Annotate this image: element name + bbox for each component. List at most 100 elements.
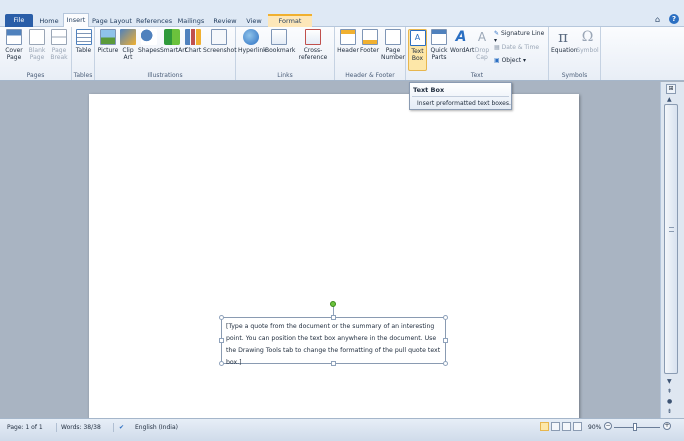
ribbon-tab-bar: File Home Insert Page Layout References … [0,0,684,28]
tooltip-title: Text Box [413,86,445,94]
quick-parts-label: Quick Parts [430,47,448,61]
tab-page-layout[interactable]: Page Layout [92,15,132,27]
cover-page-label: Cover Page [5,47,23,61]
text-box-button[interactable]: A Text Box [408,29,427,71]
chart-label: Chart [184,47,202,54]
object-button[interactable]: ▣ Object ▾ [494,57,548,64]
group-label-text: Text [470,72,484,79]
tooltip-description: Insert preformatted text boxes. [417,100,511,107]
scroll-up-icon[interactable]: ▲ [667,96,672,103]
resize-handle-top-left[interactable] [219,315,224,320]
cover-page-icon [6,29,22,45]
ribbon: Cover Page Blank Page Page Break Pages T… [0,27,684,81]
resize-handle-left[interactable] [219,338,224,343]
proofing-icon[interactable]: ✔ [119,424,124,431]
header-icon [340,29,356,45]
shapes-button[interactable]: Shapes [138,29,160,54]
group-illustrations: Picture Clip Art Shapes SmartArt Chart S… [95,27,237,80]
vertical-scrollbar[interactable]: ⊞ ▲ ▼ ⇞ ● ⇟ [660,82,684,418]
word-count[interactable]: Words: 38/38 [61,424,101,431]
tab-review[interactable]: Review [211,15,239,27]
document-page[interactable]: [Type a quote from the document or the s… [89,94,579,424]
full-screen-view-button[interactable] [551,422,560,431]
screenshot-button[interactable]: Screenshot [203,29,237,54]
minimize-ribbon-icon[interactable]: ⌂ [655,15,660,24]
page-count[interactable]: Page: 1 of 1 [7,424,43,431]
drop-cap-button[interactable]: A Drop Cap [473,29,491,61]
text-box-icon: A [409,30,426,46]
resize-handle-bottom[interactable] [331,361,336,366]
table-button[interactable]: Table [74,29,93,54]
resize-handle-top[interactable] [331,315,336,320]
scrollbar-thumb[interactable] [664,104,678,374]
bookmark-label: Bookmark [265,47,296,54]
browse-object-icon[interactable]: ● [667,398,672,405]
header-button[interactable]: Header [337,29,359,54]
tab-file[interactable]: File [5,14,33,27]
resize-handle-right[interactable] [443,338,448,343]
tab-view[interactable]: View [243,15,265,27]
scroll-down-icon[interactable]: ▼ [667,378,672,385]
wordart-button[interactable]: A WordArt [450,29,474,54]
quick-parts-icon [431,29,447,45]
text-box-content[interactable]: [Type a quote from the document or the s… [226,323,440,366]
tab-home[interactable]: Home [36,15,62,27]
omega-icon: Ω [581,29,594,45]
language[interactable]: English (India) [135,424,178,431]
help-icon[interactable]: ? [669,14,679,24]
group-label-illustrations: Illustrations [147,72,183,79]
tab-mailings[interactable]: Mailings [176,15,206,27]
header-label: Header [337,47,359,54]
symbol-button[interactable]: Ω Symbol [576,29,599,54]
tab-format[interactable]: Format [268,14,312,27]
zoom-slider[interactable] [614,427,660,428]
status-bar: Page: 1 of 1 Words: 38/38 ✔ English (Ind… [0,418,684,441]
resize-handle-top-right[interactable] [443,315,448,320]
page-number-label: Page Number [381,47,406,61]
zoom-in-icon[interactable]: + [663,422,671,430]
smartart-button[interactable]: SmartArt [160,29,187,54]
page-number-button[interactable]: Page Number [381,29,405,61]
page-break-button[interactable]: Page Break [49,29,69,61]
clip-art-icon [120,29,136,45]
shapes-label: Shapes [138,47,160,54]
zoom-level[interactable]: 90% [588,424,601,431]
group-label-symbols: Symbols [561,72,588,79]
tab-insert[interactable]: Insert [63,13,89,28]
status-separator [113,423,114,432]
resize-handle-bottom-right[interactable] [443,361,448,366]
next-page-icon[interactable]: ⇟ [667,408,672,415]
ruler-toggle-icon[interactable]: ⊞ [666,84,676,94]
chart-button[interactable]: Chart [184,29,202,54]
bookmark-button[interactable]: Bookmark [265,29,296,54]
scrollbar-grip [669,227,674,232]
group-label-links: Links [277,72,293,79]
document-workspace: [Type a quote from the document or the s… [0,82,660,424]
group-header-footer: Header Footer Page Number Header & Foote… [335,27,406,80]
text-box-label: Text Box [411,48,424,62]
cover-page-button[interactable]: Cover Page [4,29,24,61]
rotation-handle[interactable] [330,301,336,307]
hyperlink-label: Hyperlink [238,47,267,54]
clip-art-button[interactable]: Clip Art [120,29,136,61]
date-time-button[interactable]: ▦ Date & Time [494,44,548,51]
resize-handle-bottom-left[interactable] [219,361,224,366]
outline-view-button[interactable] [573,422,582,431]
zoom-slider-thumb[interactable] [632,423,637,431]
equation-button[interactable]: π Equation [551,29,578,54]
equation-label: Equation [551,47,578,54]
blank-page-button[interactable]: Blank Page [27,29,47,61]
signature-line-button[interactable]: ✎ Signature Line ▾ [494,30,548,44]
footer-button[interactable]: Footer [359,29,380,54]
quick-parts-button[interactable]: Quick Parts [429,29,449,61]
hyperlink-button[interactable]: Hyperlink [238,29,267,54]
text-box-tooltip: Text Box Insert preformatted text boxes. [409,82,512,110]
web-layout-view-button[interactable] [562,422,571,431]
previous-page-icon[interactable]: ⇞ [667,388,672,395]
picture-button[interactable]: Picture [97,29,119,54]
pull-quote-text-box[interactable]: [Type a quote from the document or the s… [221,317,446,366]
cross-reference-button[interactable]: Cross-reference [293,29,333,61]
zoom-out-icon[interactable]: − [604,422,612,430]
tab-references[interactable]: References [136,15,172,27]
print-layout-view-button[interactable] [540,422,549,431]
